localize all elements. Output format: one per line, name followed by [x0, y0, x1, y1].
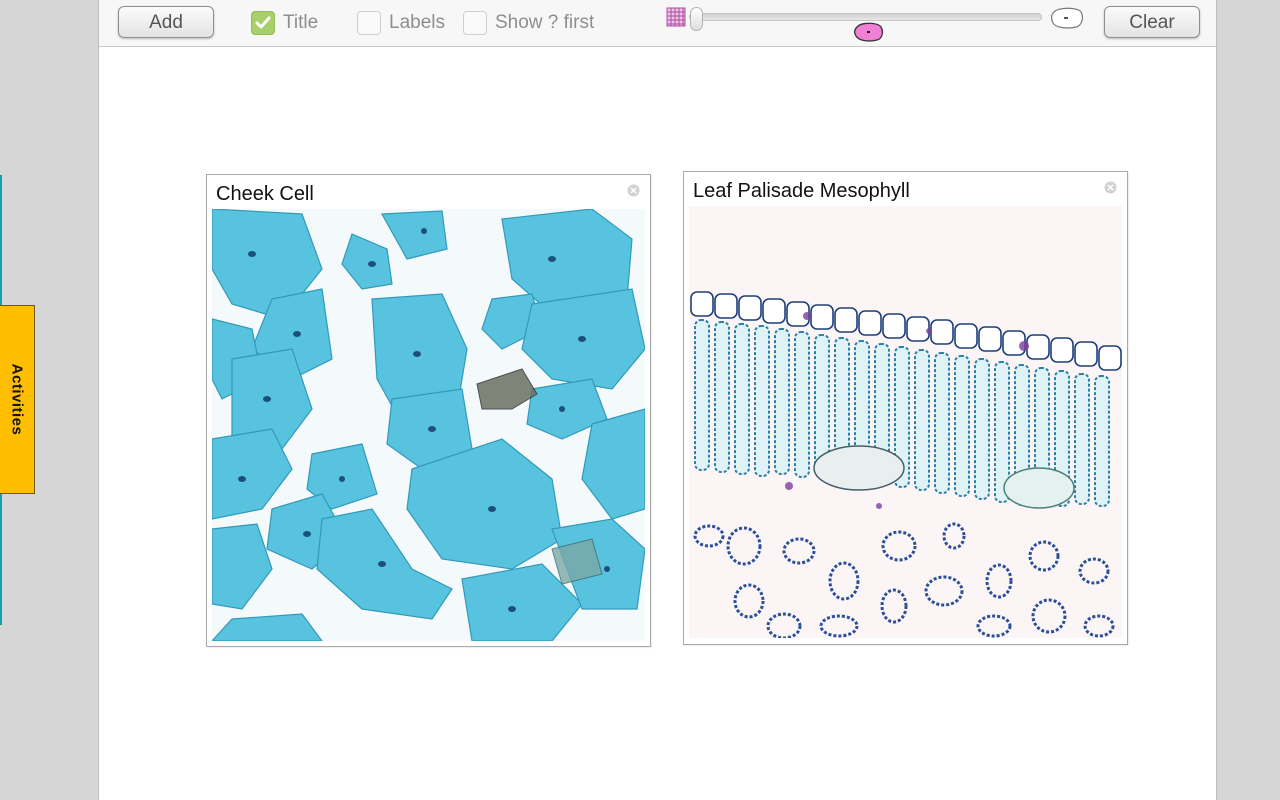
leaf-palisade-mesophyll-micrograph: [689, 206, 1122, 638]
zoom-slider-track[interactable]: [689, 13, 1042, 21]
close-circle-icon[interactable]: [1104, 181, 1117, 194]
clear-button[interactable]: Clear: [1104, 6, 1200, 38]
cell-group-icon: [666, 7, 686, 27]
title-checkbox[interactable]: [251, 11, 275, 35]
zoom-slider-handle[interactable]: [690, 7, 703, 31]
leaf-palisade-panel[interactable]: Leaf Palisade Mesophyll: [683, 171, 1128, 645]
workspace: Add Title Labels Show ? first Clear Chee…: [98, 0, 1217, 800]
close-circle-icon[interactable]: [627, 184, 640, 197]
labels-checkbox[interactable]: [357, 11, 381, 35]
cheek-cell-micrograph: [212, 209, 645, 641]
activities-tab[interactable]: Activities: [0, 305, 35, 494]
add-button[interactable]: Add: [118, 6, 214, 38]
panel-title: Leaf Palisade Mesophyll: [693, 180, 910, 202]
show-first-checkbox[interactable]: [463, 11, 487, 35]
checkmark-icon: [255, 16, 271, 29]
panel-title: Cheek Cell: [216, 183, 314, 205]
pink-cell-icon[interactable]: [853, 21, 885, 43]
single-cell-icon: [1051, 7, 1083, 29]
activities-tab-label: Activities: [8, 363, 26, 436]
labels-checkbox-label[interactable]: Labels: [389, 12, 445, 34]
toolbar: Add Title Labels Show ? first Clear: [99, 0, 1216, 47]
cheek-cell-panel[interactable]: Cheek Cell: [206, 174, 651, 647]
title-checkbox-label[interactable]: Title: [283, 12, 318, 34]
show-first-checkbox-label[interactable]: Show ? first: [495, 12, 594, 34]
